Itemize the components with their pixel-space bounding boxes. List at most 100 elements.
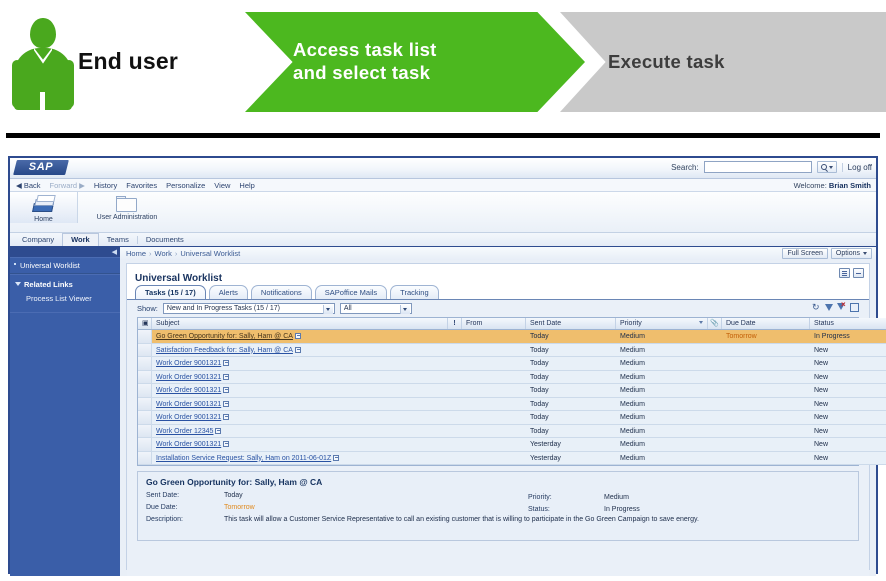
cell-subject[interactable]: Go Green Opportunity for: Sally, Ham @ C… — [152, 330, 448, 343]
open-in-new-window-icon[interactable] — [223, 441, 230, 448]
open-in-new-window-icon[interactable] — [223, 373, 230, 380]
task-subject-link[interactable]: Installation Service Request: Sally, Ham… — [156, 455, 331, 462]
sidebar-group-related-links[interactable]: Related Links — [10, 274, 120, 292]
column-header-due-date[interactable]: Due Date — [722, 318, 810, 329]
column-header-status[interactable]: Status — [810, 318, 886, 329]
open-in-new-window-icon[interactable] — [333, 454, 340, 461]
task-subject-link[interactable]: Satisfaction Feedback for: Sally, Ham @ … — [156, 347, 293, 354]
task-subject-link[interactable]: Work Order 9001321 — [156, 401, 221, 408]
column-header-attachment[interactable]: 📎 — [708, 318, 722, 329]
table-row[interactable]: Go Green Opportunity for: Sally, Ham @ C… — [138, 330, 886, 344]
nav-view-link[interactable]: View — [214, 181, 230, 190]
role-item-home[interactable]: Home — [10, 192, 78, 223]
tab-tasks[interactable]: Tasks (15 / 17) — [135, 285, 206, 299]
cell-attachment — [708, 438, 722, 451]
tab-alerts[interactable]: Alerts — [208, 285, 248, 299]
cell-subject[interactable]: Work Order 9001321 — [152, 357, 448, 370]
sidebar-item-universal-worklist[interactable]: Universal Worklist — [10, 257, 120, 274]
task-subject-link[interactable]: Go Green Opportunity for: Sally, Ham @ C… — [156, 333, 293, 340]
open-in-new-window-icon[interactable] — [215, 427, 222, 434]
row-checkbox[interactable] — [138, 397, 152, 410]
cell-from — [462, 384, 526, 397]
table-row[interactable]: Satisfaction Feedback for: Sally, Ham @ … — [138, 343, 886, 357]
column-header-subject[interactable]: Subject — [152, 318, 448, 329]
cell-subject[interactable]: Work Order 9001321 — [152, 398, 448, 411]
task-subject-link[interactable]: Work Order 9001321 — [156, 374, 221, 381]
cell-status: New — [814, 400, 829, 408]
clear-filter-icon[interactable] — [837, 300, 846, 312]
table-row[interactable]: Installation Service Request: Sally, Ham… — [138, 451, 886, 465]
personalize-icon[interactable] — [839, 268, 850, 278]
task-subject-link[interactable]: Work Order 9001321 — [156, 387, 221, 394]
task-subject-link[interactable]: Work Order 9001321 — [156, 414, 221, 421]
open-in-new-window-icon[interactable] — [223, 387, 230, 394]
task-subject-link[interactable]: Work Order 9001321 — [156, 360, 221, 367]
tab-sapoffice-mails[interactable]: SAPoffice Mails — [314, 285, 388, 299]
task-subject-link[interactable]: Work Order 9001321 — [156, 441, 221, 448]
nav-personalize-link[interactable]: Personalize — [166, 181, 205, 190]
search-go-button[interactable] — [816, 161, 837, 173]
nav-history-link[interactable]: History — [94, 181, 117, 190]
column-header-priority-flag[interactable]: ! — [448, 318, 462, 329]
tab-tracking[interactable]: Tracking — [390, 285, 439, 299]
table-row[interactable]: Work Order 9001321 Today Medium New — [138, 357, 886, 371]
row-checkbox[interactable] — [138, 357, 152, 370]
tab-notifications[interactable]: Notifications — [250, 285, 312, 299]
row-checkbox[interactable] — [138, 370, 152, 383]
table-row[interactable]: Work Order 9001321 Today Medium New — [138, 370, 886, 384]
open-in-new-window-icon[interactable] — [223, 360, 230, 367]
cell-subject[interactable]: Work Order 9001321 — [152, 411, 448, 424]
full-screen-button[interactable]: Full Screen — [782, 248, 828, 259]
options-button[interactable]: Options — [830, 248, 872, 259]
row-checkbox[interactable] — [138, 330, 152, 343]
table-row[interactable]: Work Order 9001321 Yesterday Medium New — [138, 438, 886, 452]
l1-tab-company[interactable]: Company — [14, 234, 62, 246]
row-checkbox[interactable] — [138, 451, 152, 464]
cell-subject[interactable]: Work Order 9001321 — [152, 384, 448, 397]
open-in-new-window-icon[interactable] — [294, 346, 301, 353]
breadcrumb-item-home[interactable]: Home — [126, 249, 146, 258]
search-input[interactable] — [703, 161, 812, 173]
settings-icon[interactable] — [850, 303, 859, 312]
row-checkbox[interactable] — [138, 438, 152, 451]
column-header-priority[interactable]: Priority — [616, 318, 708, 329]
cell-subject[interactable]: Work Order 12345 — [152, 425, 448, 438]
table-row[interactable]: Work Order 9001321 Today Medium New — [138, 397, 886, 411]
l1-tab-work[interactable]: Work — [62, 233, 99, 246]
log-off-link[interactable]: Log off — [841, 162, 872, 172]
scope-select[interactable]: All — [339, 303, 412, 314]
filter-icon[interactable] — [825, 304, 833, 311]
cell-subject[interactable]: Satisfaction Feedback for: Sally, Ham @ … — [152, 344, 448, 357]
l1-tab-teams[interactable]: Teams — [99, 234, 137, 246]
l1-tab-documents[interactable]: Documents — [138, 234, 192, 246]
column-header-from[interactable]: From — [462, 318, 526, 329]
column-header-select-all[interactable]: ▣ — [138, 318, 152, 329]
row-checkbox[interactable] — [138, 384, 152, 397]
nav-favorites-link[interactable]: Favorites — [126, 181, 157, 190]
sidebar-collapse-bar[interactable]: ◀ — [10, 247, 120, 257]
nav-back-link[interactable]: ◀ Back — [16, 181, 41, 190]
open-in-new-window-icon[interactable] — [294, 333, 301, 340]
refresh-icon[interactable]: ↻ — [812, 303, 821, 312]
open-in-new-window-icon[interactable] — [223, 400, 230, 407]
breadcrumb-item-work[interactable]: Work — [155, 249, 172, 258]
cell-subject[interactable]: Work Order 9001321 — [152, 438, 448, 451]
table-row[interactable]: Work Order 12345 Today Medium New — [138, 424, 886, 438]
row-checkbox[interactable] — [138, 343, 152, 356]
table-row[interactable]: Work Order 9001321 Today Medium New — [138, 384, 886, 398]
nav-forward-link[interactable]: Forward ▶ — [50, 181, 85, 190]
task-subject-link[interactable]: Work Order 12345 — [156, 428, 213, 435]
row-checkbox[interactable] — [138, 424, 152, 437]
role-item-user-administration[interactable]: User Administration — [78, 192, 176, 221]
nav-help-link[interactable]: Help — [239, 181, 254, 190]
cell-subject[interactable]: Work Order 9001321 — [152, 371, 448, 384]
cell-subject[interactable]: Installation Service Request: Sally, Ham… — [152, 452, 448, 465]
table-row[interactable]: Work Order 9001321 Today Medium New — [138, 411, 886, 425]
open-in-new-window-icon[interactable] — [223, 414, 230, 421]
breadcrumb-item-universal-worklist[interactable]: Universal Worklist — [180, 249, 240, 258]
view-select[interactable]: New and In Progress Tasks (15 / 17) — [162, 303, 335, 314]
sidebar-item-process-list-viewer[interactable]: Process List Viewer — [10, 292, 120, 306]
column-header-sent-date[interactable]: Sent Date — [526, 318, 616, 329]
collapse-panel-icon[interactable] — [853, 268, 864, 278]
row-checkbox[interactable] — [138, 411, 152, 424]
